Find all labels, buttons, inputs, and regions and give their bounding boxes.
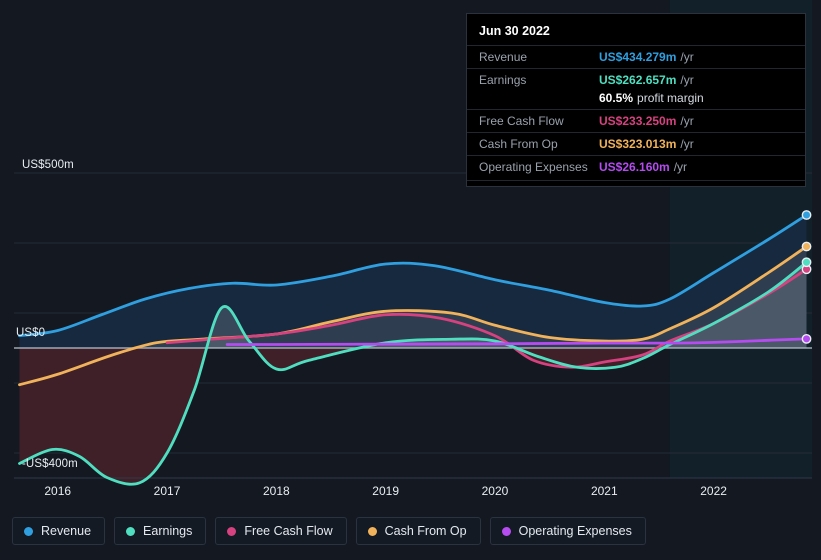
tooltip-row-unit: /yr: [680, 137, 694, 151]
legend-color-dot-icon: [227, 526, 237, 536]
legend-item-earnings[interactable]: Earnings: [114, 517, 207, 545]
chart-widget: US$500m US$0 -US$400m 2016 2017 2018 2019 20…: [0, 0, 821, 560]
legend-color-dot-icon: [24, 526, 33, 536]
tooltip-row-label: Cash From Op: [479, 137, 558, 151]
endpoint-marker-operating-expenses[interactable]: [801, 333, 812, 344]
legend-item-free-cash-flow[interactable]: Free Cash Flow: [215, 517, 347, 545]
tooltip-row-unit: /yr: [673, 160, 688, 174]
tooltip-row-unit: /yr: [680, 50, 694, 64]
y-axis-label-top: US$500m: [22, 159, 74, 171]
legend-color-dot-icon: [126, 526, 136, 536]
legend-item-label: Cash From Op: [384, 524, 467, 538]
legend-item-label: Revenue: [41, 524, 92, 538]
tooltip-row-value: US$434.279m: [599, 50, 677, 64]
tooltip-row: Operating Expenses US$26.160m/yr: [467, 155, 805, 178]
y-axis-label-zero: US$0: [16, 327, 46, 339]
legend-item-label: Free Cash Flow: [244, 524, 333, 538]
tooltip-row-value: US$26.160m: [599, 160, 670, 174]
tooltip-row: 60.5% profit margin: [467, 91, 805, 109]
tooltip-row: Free Cash Flow US$233.250m/yr: [467, 109, 805, 132]
tooltip-row: Revenue US$434.279m/yr: [467, 45, 805, 68]
tooltip-row-label: Operating Expenses: [479, 160, 588, 174]
x-axis-tick-label: 2018: [262, 484, 290, 498]
tooltip-footer-divider: [467, 180, 805, 182]
x-axis-tick-label: 2017: [153, 484, 181, 498]
tooltip-row-value: 60.5%: [599, 91, 634, 105]
tooltip-row-value: US$233.250m: [599, 114, 677, 128]
tooltip-row-unit: /yr: [680, 114, 694, 128]
tooltip-row: Cash From Op US$323.013m/yr: [467, 132, 805, 155]
chart-legend: Revenue Earnings Free Cash Flow Cash From O…: [12, 517, 646, 545]
legend-item-label: Earnings: [143, 524, 193, 538]
legend-item-label: Operating Expenses: [518, 524, 632, 538]
x-axis-tick-label: 2019: [372, 484, 400, 498]
tooltip-row-label: Free Cash Flow: [479, 114, 564, 128]
tooltip-row-unit: /yr: [680, 73, 694, 87]
tooltip-row-value: US$262.657m: [599, 73, 677, 87]
tooltip-row-label: Revenue: [479, 50, 528, 64]
legend-color-dot-icon: [501, 526, 511, 536]
tooltip-row-label: Earnings: [479, 73, 527, 87]
legend-item-operating-expenses[interactable]: Operating Expenses: [489, 517, 646, 545]
x-axis-tick-label: 2022: [700, 484, 727, 498]
tooltip-row: Earnings US$262.657m/yr: [467, 68, 805, 91]
y-axis-label-bottom: -US$400m: [22, 458, 78, 470]
legend-item-revenue[interactable]: Revenue: [12, 517, 106, 545]
legend-item-cash-from-op[interactable]: Cash From Op: [355, 517, 481, 545]
tooltip-row-value: US$323.013m: [599, 137, 677, 151]
x-axis-tick-label: 2016: [44, 484, 72, 498]
endpoint-marker-revenue[interactable]: [801, 210, 812, 220]
tooltip-row-subtext: profit margin: [637, 91, 704, 105]
endpoint-marker-earnings[interactable]: [801, 257, 812, 268]
x-axis-tick-label: 2021: [590, 484, 618, 498]
legend-color-dot-icon: [367, 526, 377, 536]
x-axis-tick-label: 2020: [481, 484, 509, 498]
endpoint-marker-cash-from-op[interactable]: [801, 241, 812, 252]
tooltip-date: Jun 30 2022: [479, 24, 550, 38]
chart-tooltip: Jun 30 2022 Revenue US$434.279m/yr Earning…: [466, 13, 806, 187]
